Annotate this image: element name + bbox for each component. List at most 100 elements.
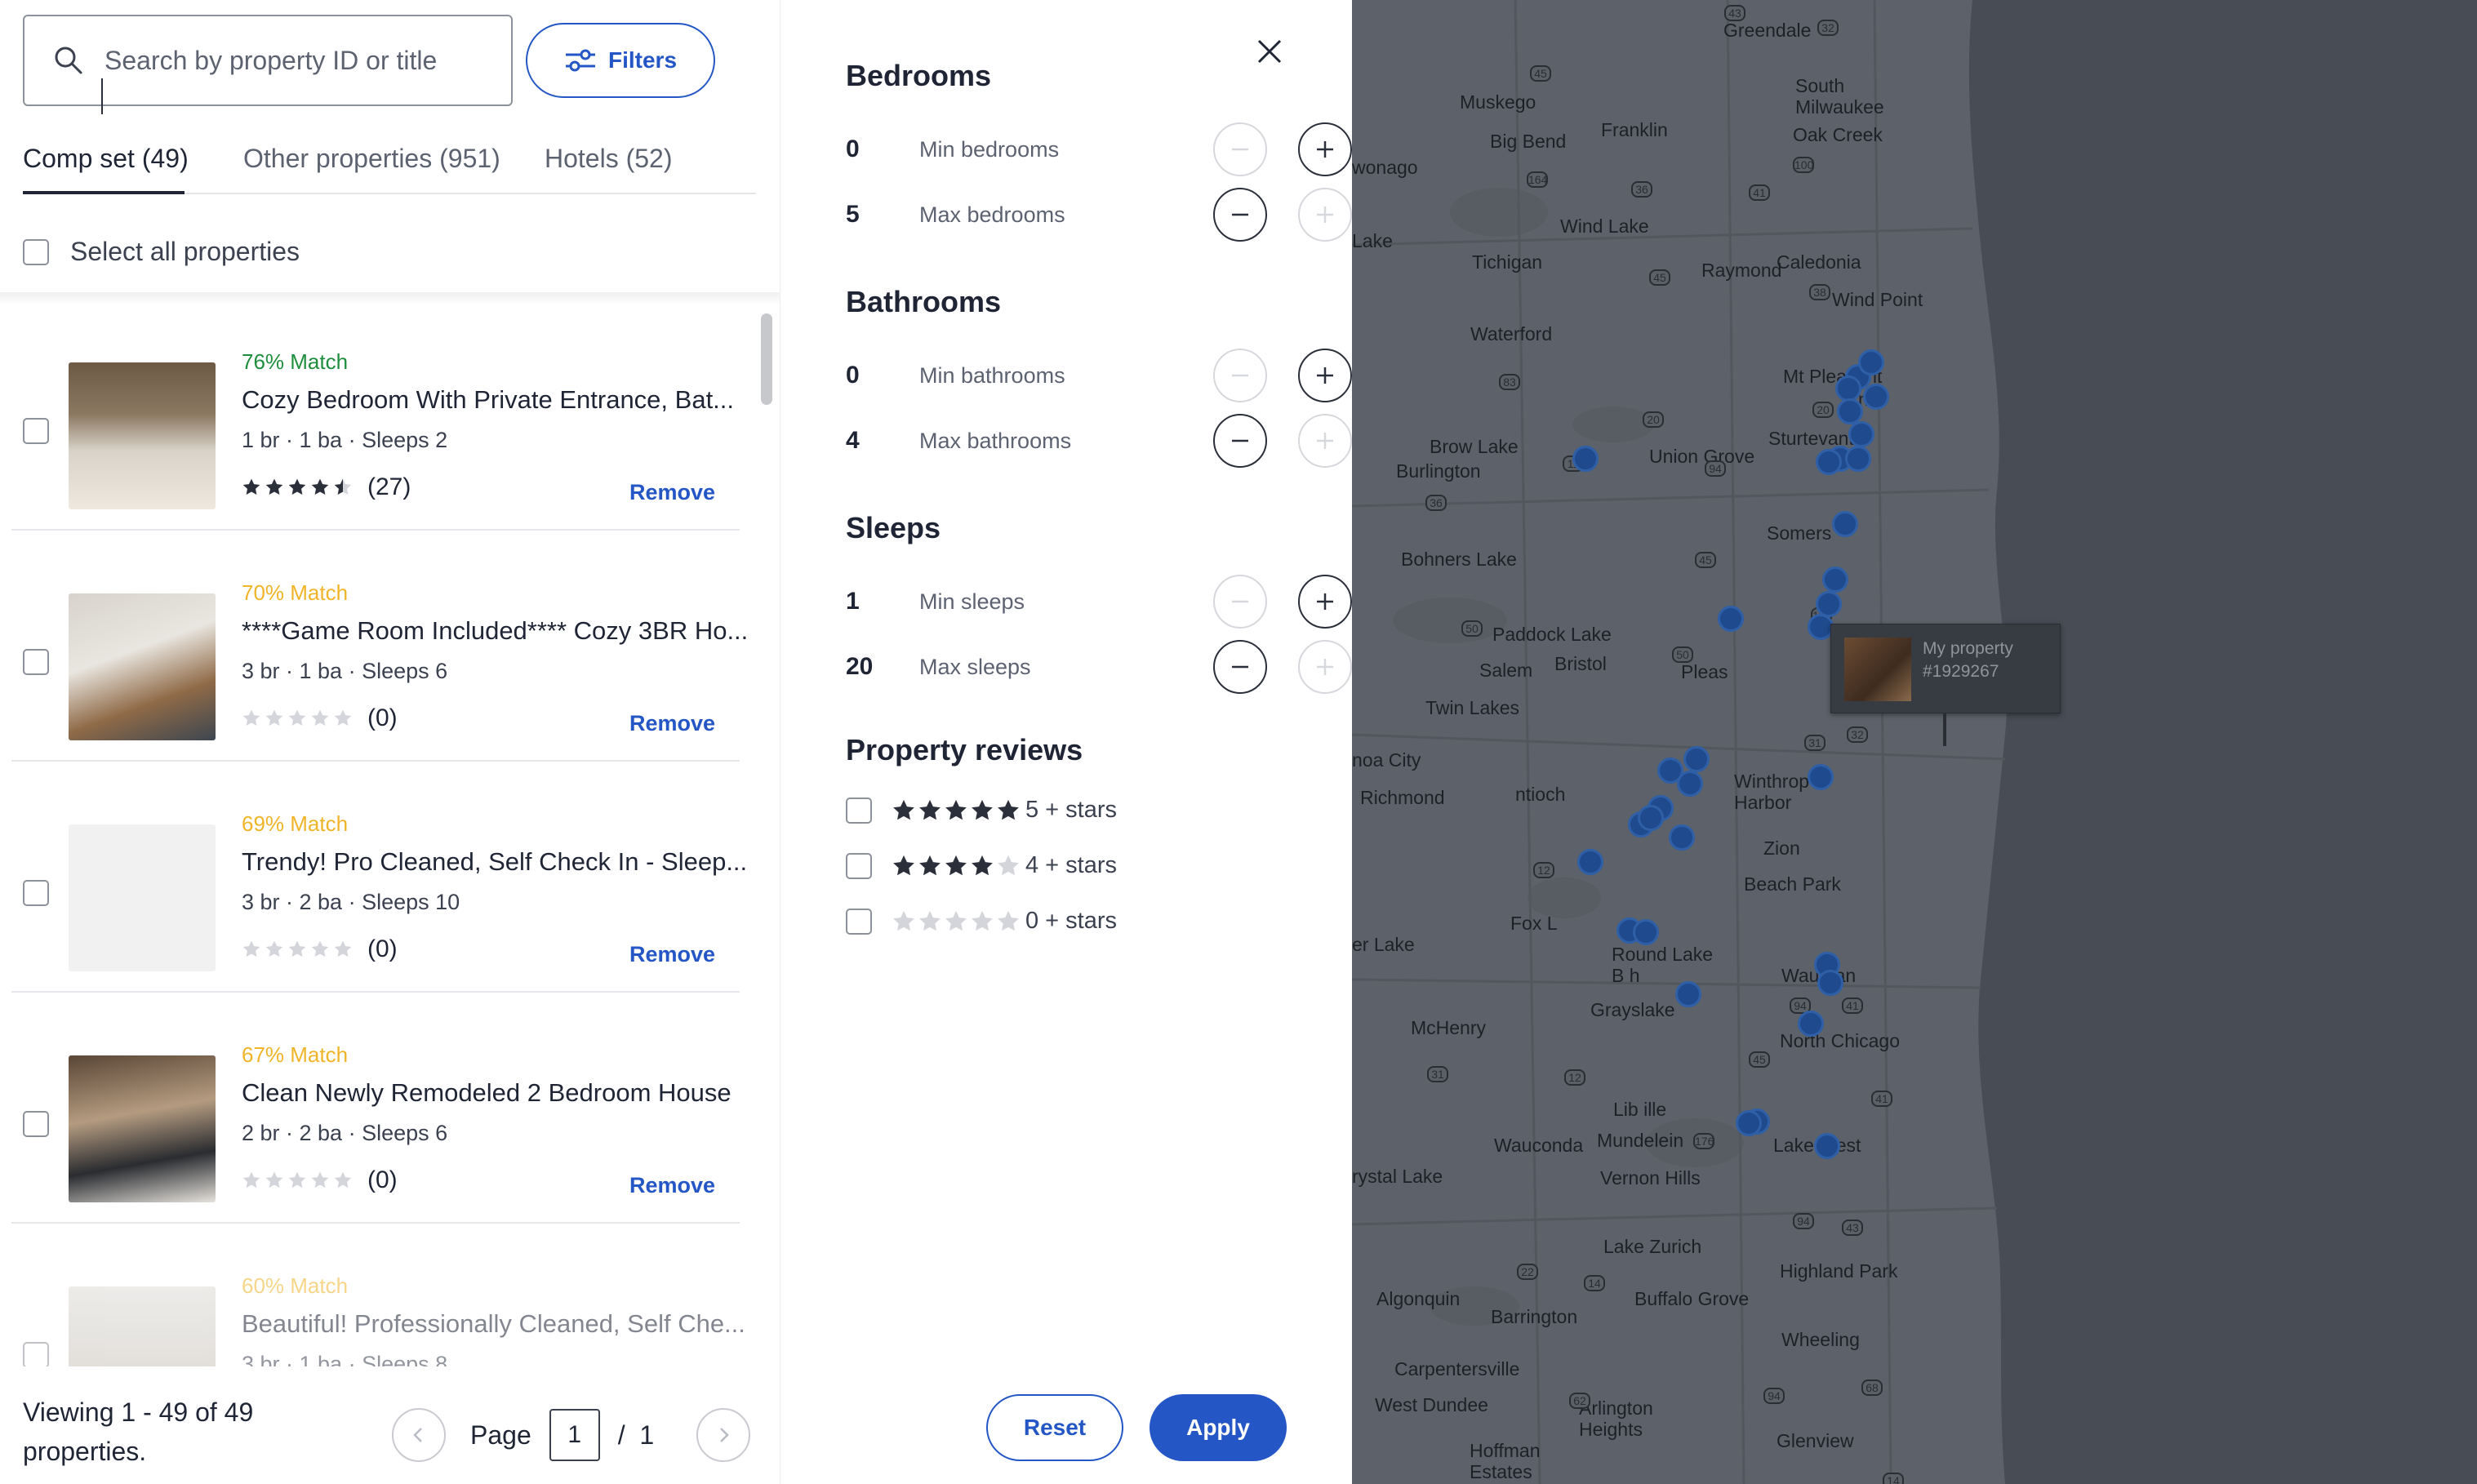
reset-button[interactable]: Reset (986, 1394, 1123, 1461)
property-list[interactable]: 76% Match Cozy Bedroom With Private Entra… (0, 309, 780, 1366)
review-filter-label: 0 + stars (1025, 908, 1118, 934)
remove-button[interactable]: Remove (629, 942, 715, 967)
property-card[interactable]: 69% Match Trendy! Pro Cleaned, Self Check… (11, 775, 747, 993)
property-card[interactable]: 67% Match Clean Newly Remodeled 2 Bedroom… (11, 1006, 740, 1224)
review-filter-checkbox[interactable] (846, 908, 872, 935)
stepper-label: Min bathrooms (919, 363, 1065, 388)
property-map-pin[interactable] (1832, 511, 1858, 537)
property-map-pin[interactable] (1798, 1011, 1824, 1037)
property-map-pin[interactable] (1822, 566, 1848, 593)
star-icon (265, 478, 283, 495)
property-checkbox[interactable] (23, 1111, 49, 1137)
property-map-pin[interactable] (1572, 446, 1599, 472)
filters-button[interactable]: Filters (526, 23, 715, 98)
page-number-input[interactable] (549, 1409, 600, 1461)
search-input[interactable] (105, 36, 496, 85)
star-icon (998, 799, 1019, 820)
property-map-pin[interactable] (1675, 981, 1701, 1007)
property-checkbox[interactable] (23, 1342, 49, 1366)
property-map-pin[interactable] (1848, 421, 1874, 447)
list-scrollbar[interactable] (761, 313, 772, 405)
property-photo[interactable] (69, 1055, 216, 1202)
property-title[interactable]: ****Game Room Included**** Cozy 3BR Ho..… (242, 616, 748, 646)
decrement-button[interactable] (1213, 188, 1267, 242)
property-map-pin[interactable] (1577, 849, 1603, 875)
property-map-pin[interactable] (1808, 764, 1834, 790)
property-map-pin[interactable] (1677, 771, 1703, 797)
property-map-pin[interactable] (1683, 746, 1710, 772)
property-card[interactable]: 60% Match Beautiful! Professionally Clean… (11, 1237, 745, 1366)
map[interactable]: Greendale Muskego Franklin South Milwaukee O… (1352, 0, 2477, 1484)
increment-button[interactable] (1298, 188, 1352, 242)
property-map-pin[interactable] (1817, 970, 1843, 996)
increment-button[interactable] (1298, 575, 1352, 629)
increment-button[interactable] (1298, 640, 1352, 694)
search-box[interactable] (23, 15, 513, 106)
property-map-pin[interactable] (1669, 824, 1695, 851)
review-filter-checkbox[interactable] (846, 797, 872, 824)
decrement-button[interactable] (1213, 414, 1267, 468)
stepper-row: 0 Min bedrooms (846, 121, 1352, 178)
rating-stars: (0) (242, 704, 398, 732)
property-map-pin[interactable] (1814, 1133, 1840, 1159)
property-title[interactable]: Trendy! Pro Cleaned, Self Check In - Sle… (242, 847, 747, 877)
decrement-button[interactable] (1213, 349, 1267, 402)
increment-button[interactable] (1298, 122, 1352, 176)
route-marker: 43 (1724, 5, 1745, 21)
star-icon (998, 910, 1019, 931)
property-map-pin[interactable] (1638, 805, 1664, 831)
increment-button[interactable] (1298, 414, 1352, 468)
decrement-button[interactable] (1213, 640, 1267, 694)
property-map-pin[interactable] (1858, 349, 1884, 375)
property-photo[interactable] (69, 593, 216, 740)
review-filter-label: 4 + stars (1025, 852, 1118, 878)
remove-button[interactable]: Remove (629, 1173, 715, 1198)
property-title[interactable]: Beautiful! Professionally Cleaned, Self … (242, 1309, 745, 1339)
property-map-pin[interactable] (1718, 606, 1744, 632)
property-title[interactable]: Clean Newly Remodeled 2 Bedroom House (242, 1078, 732, 1108)
property-title[interactable]: Cozy Bedroom With Private Entrance, Bat.… (242, 385, 734, 415)
review-filter-option[interactable]: 0 + stars (846, 908, 1117, 935)
plus-icon (1317, 141, 1333, 158)
review-filter-option[interactable]: 5 + stars (846, 797, 1117, 824)
property-card[interactable]: 76% Match Cozy Bedroom With Private Entra… (11, 313, 740, 531)
map-place-label: Wind Lake (1560, 215, 1649, 237)
my-property-tooltip[interactable]: My property #1929267 (1830, 624, 2061, 713)
route-marker: 45 (1530, 65, 1551, 82)
close-icon[interactable] (1249, 31, 1290, 72)
tab-hotels[interactable]: Hotels (52) (545, 144, 673, 174)
property-map-pin[interactable] (1816, 449, 1842, 475)
chevron-right-icon (720, 1428, 729, 1442)
remove-button[interactable]: Remove (629, 711, 715, 736)
property-map-pin[interactable] (1633, 919, 1659, 945)
remove-button[interactable]: Remove (629, 480, 715, 505)
tab-comp-set[interactable]: Comp set (49) (23, 144, 189, 174)
review-filter-checkbox[interactable] (846, 852, 872, 879)
property-checkbox[interactable] (23, 880, 49, 906)
route-marker: 36 (1631, 181, 1652, 198)
apply-button[interactable]: Apply (1150, 1394, 1287, 1461)
star-icon (311, 709, 329, 726)
property-checkbox[interactable] (23, 649, 49, 675)
property-photo[interactable] (69, 824, 216, 971)
decrement-button[interactable] (1213, 575, 1267, 629)
prev-page-button[interactable] (392, 1408, 446, 1462)
property-card[interactable]: 70% Match ****Game Room Included**** Cozy… (11, 544, 748, 762)
decrement-button[interactable] (1213, 122, 1267, 176)
increment-button[interactable] (1298, 349, 1352, 402)
route-marker: 62 (1569, 1393, 1590, 1409)
property-checkbox[interactable] (23, 418, 49, 444)
minus-icon (1232, 665, 1248, 669)
property-map-pin[interactable] (1863, 384, 1889, 410)
select-all-checkbox[interactable] (23, 238, 49, 265)
property-map-pin[interactable] (1845, 446, 1871, 472)
property-photo[interactable] (69, 1286, 216, 1366)
property-photo[interactable] (69, 362, 216, 509)
property-map-pin[interactable] (1736, 1110, 1762, 1136)
select-all-row[interactable]: Select all properties (23, 237, 300, 267)
star-icon (919, 855, 941, 875)
tab-other-properties[interactable]: Other properties (951) (243, 144, 500, 174)
next-page-button[interactable] (696, 1408, 751, 1462)
map-place-label: Vernon Hills (1600, 1167, 1701, 1189)
review-filter-option[interactable]: 4 + stars (846, 852, 1117, 879)
